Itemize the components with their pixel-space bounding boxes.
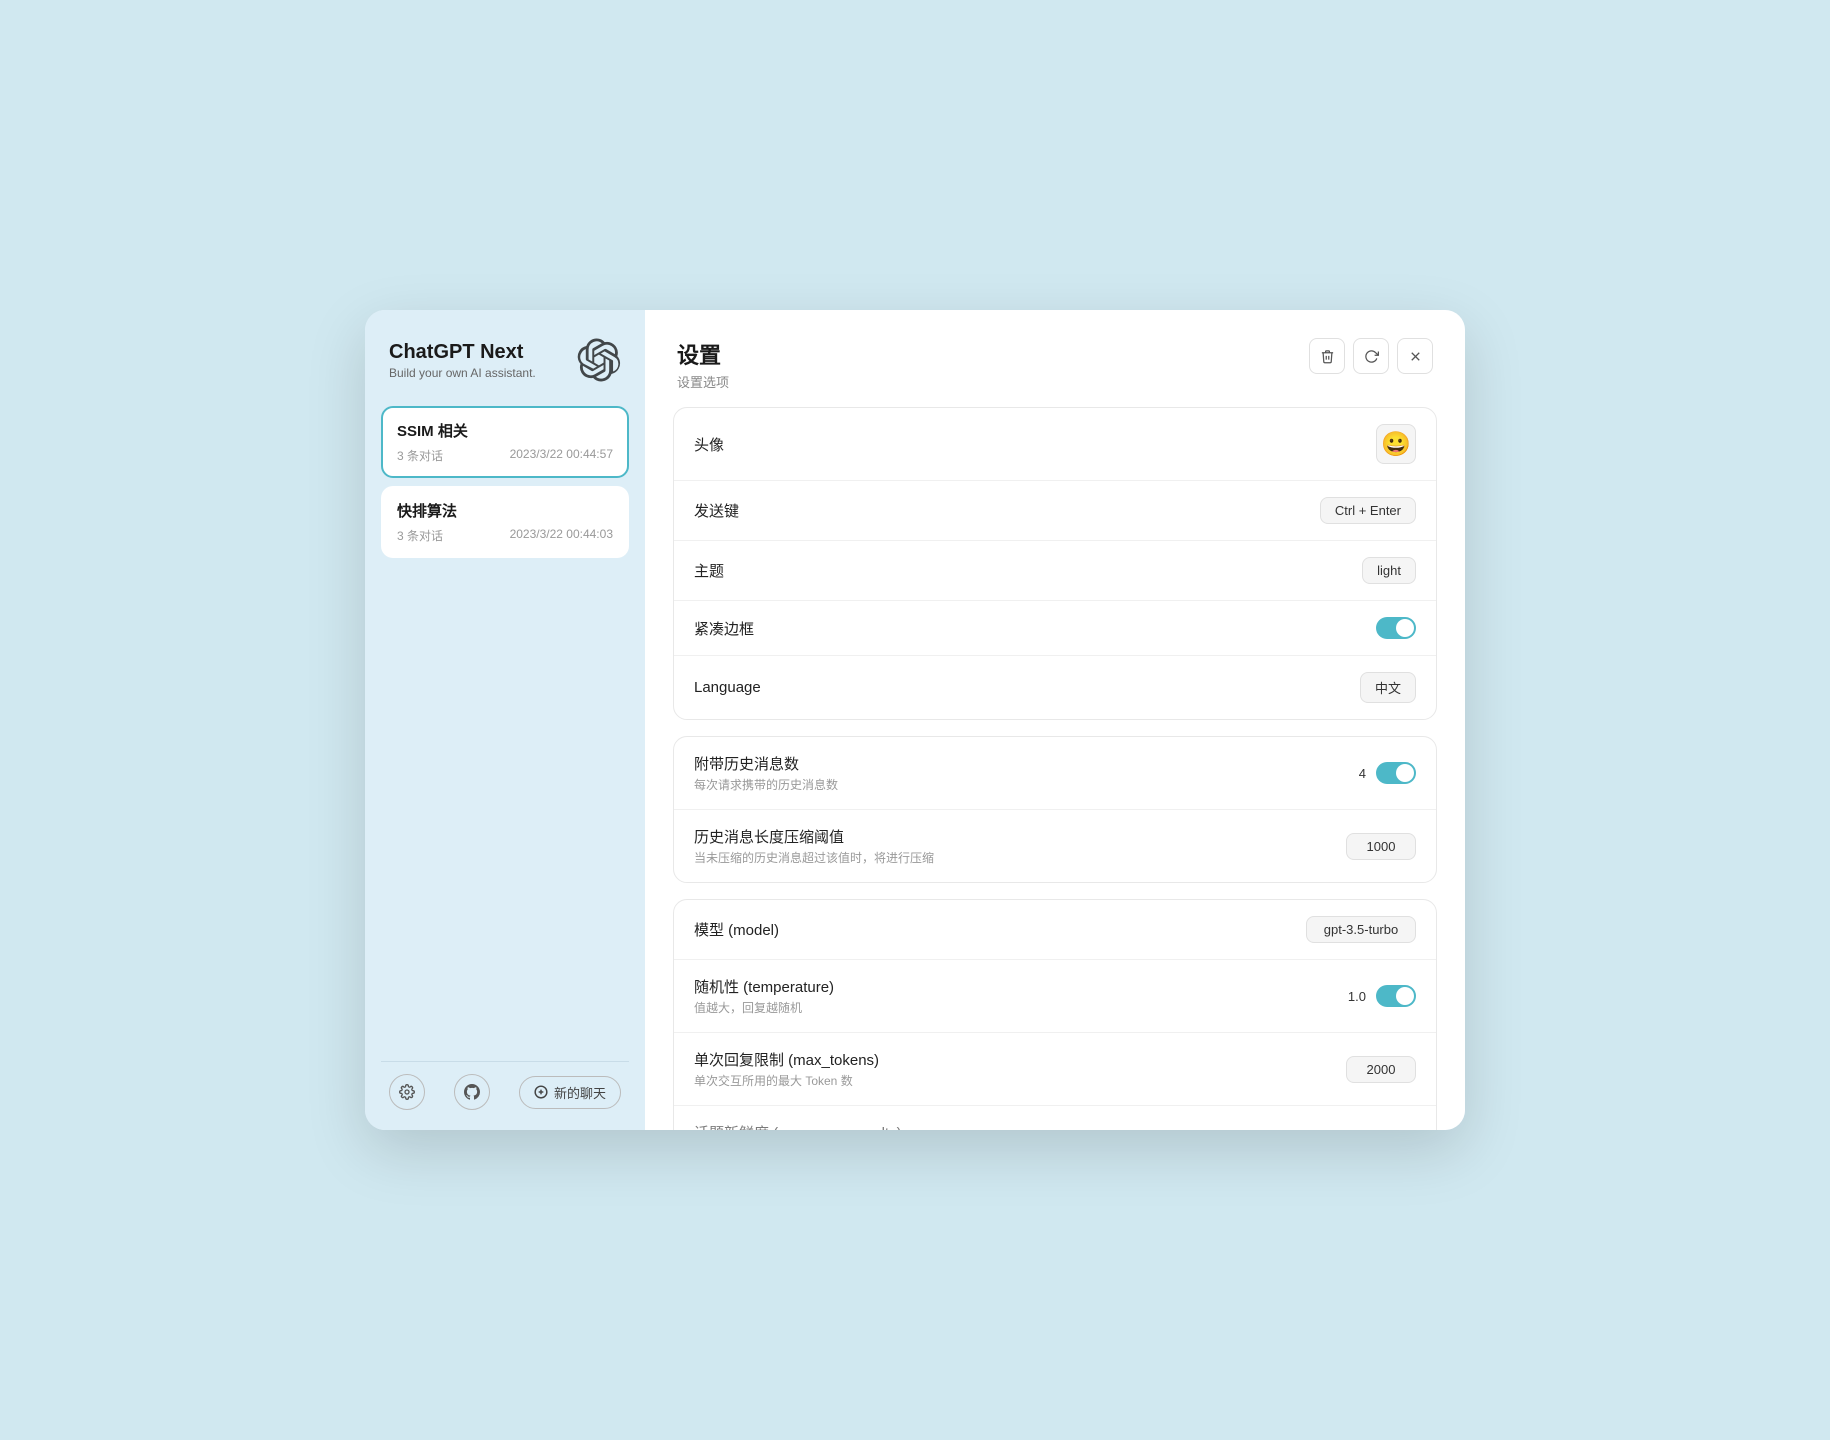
theme-label-block: 主题	[694, 560, 724, 581]
settings-title-block: 设置 设置选项	[677, 338, 729, 391]
compact-toggle[interactable]	[1376, 617, 1416, 639]
temperature-label-block: 随机性 (temperature) 值越大，回复越随机	[694, 976, 834, 1016]
reset-button[interactable]	[1309, 338, 1345, 374]
model-badge[interactable]: gpt-3.5-turbo	[1306, 916, 1416, 943]
close-button[interactable]	[1397, 338, 1433, 374]
compression-value: 1000	[1346, 833, 1416, 860]
model-label-block: 模型 (model)	[694, 919, 779, 940]
language-value: 中文	[1360, 672, 1416, 703]
sidebar-title: ChatGPT Next	[389, 341, 536, 364]
max-tokens-input[interactable]: 2000	[1346, 1056, 1416, 1083]
chat-item-meta-0: 3 条对话 2023/3/22 00:44:57	[397, 447, 613, 464]
history-count-toggle[interactable]	[1376, 762, 1416, 784]
settings-row-theme: 主题 light	[674, 541, 1436, 601]
trash-icon	[1320, 349, 1335, 364]
compression-input[interactable]: 1000	[1346, 833, 1416, 860]
new-chat-button[interactable]: 新的聊天	[519, 1076, 621, 1109]
github-icon-btn[interactable]	[454, 1074, 490, 1110]
settings-icon	[399, 1084, 415, 1100]
main-panel: 设置 设置选项	[645, 310, 1465, 1130]
max-tokens-value: 2000	[1346, 1056, 1416, 1083]
settings-row-max-tokens: 单次回复限制 (max_tokens) 单次交互所用的最大 Token 数 20…	[674, 1033, 1436, 1106]
settings-row-compression: 历史消息长度压缩阈值 当未压缩的历史消息超过该值时，将进行压缩 1000	[674, 810, 1436, 882]
chat-item-0[interactable]: SSIM 相关 3 条对话 2023/3/22 00:44:57	[381, 406, 629, 478]
settings-row-presence: 话题新鲜度 (presence_penalty)	[674, 1106, 1436, 1130]
settings-row-history-count: 附带历史消息数 每次请求携带的历史消息数 4	[674, 737, 1436, 810]
github-icon	[464, 1084, 480, 1100]
sidebar: ChatGPT Next Build your own AI assistant…	[365, 310, 645, 1130]
settings-section-2: 模型 (model) gpt-3.5-turbo 随机性 (temperatur…	[673, 899, 1437, 1130]
sidebar-subtitle: Build your own AI assistant.	[389, 366, 536, 380]
max-tokens-label-block: 单次回复限制 (max_tokens) 单次交互所用的最大 Token 数	[694, 1049, 879, 1089]
theme-value: light	[1362, 557, 1416, 584]
settings-section-1: 附带历史消息数 每次请求携带的历史消息数 4 历史消息长度压缩阈值 当未压缩的历…	[673, 736, 1437, 883]
avatar-value: 😀	[1376, 424, 1416, 464]
settings-row-compact: 紧凑边框	[674, 601, 1436, 656]
chat-item-date-0: 2023/3/22 00:44:57	[510, 447, 613, 464]
settings-header: 设置 设置选项	[645, 310, 1465, 407]
close-icon	[1408, 349, 1423, 364]
sendkey-value: Ctrl + Enter	[1320, 497, 1416, 524]
history-count-value: 4	[1336, 762, 1416, 784]
chat-item-1[interactable]: 快排算法 3 条对话 2023/3/22 00:44:03	[381, 486, 629, 558]
refresh-icon	[1364, 349, 1379, 364]
history-count-label-block: 附带历史消息数 每次请求携带的历史消息数	[694, 753, 838, 793]
history-count-number: 4	[1336, 766, 1366, 781]
settings-subtitle: 设置选项	[677, 372, 729, 391]
chat-list: SSIM 相关 3 条对话 2023/3/22 00:44:57 快排算法 3 …	[381, 406, 629, 1045]
theme-badge[interactable]: light	[1362, 557, 1416, 584]
settings-row-temperature: 随机性 (temperature) 值越大，回复越随机 1.0	[674, 960, 1436, 1033]
sidebar-footer: 新的聊天	[381, 1061, 629, 1110]
app-container: ChatGPT Next Build your own AI assistant…	[365, 310, 1465, 1130]
chat-item-count-0: 3 条对话	[397, 447, 443, 464]
chat-item-count-1: 3 条对话	[397, 527, 443, 544]
settings-icon-btn[interactable]	[389, 1074, 425, 1110]
avatar-emoji[interactable]: 😀	[1376, 424, 1416, 464]
avatar-label: 头像	[694, 434, 724, 455]
settings-title: 设置	[677, 338, 729, 370]
settings-section-0: 头像 😀 发送键 Ctrl + Enter	[673, 407, 1437, 720]
sidebar-title-block: ChatGPT Next Build your own AI assistant…	[389, 341, 536, 380]
language-badge[interactable]: 中文	[1360, 672, 1416, 703]
settings-header-actions	[1309, 338, 1433, 374]
compact-value	[1376, 617, 1416, 639]
settings-row-sendkey: 发送键 Ctrl + Enter	[674, 481, 1436, 541]
sendkey-badge[interactable]: Ctrl + Enter	[1320, 497, 1416, 524]
temperature-toggle[interactable]	[1376, 985, 1416, 1007]
settings-row-language: Language 中文	[674, 656, 1436, 719]
refresh-button[interactable]	[1353, 338, 1389, 374]
new-chat-label: 新的聊天	[554, 1083, 606, 1102]
chat-item-title-1: 快排算法	[397, 500, 613, 521]
settings-body: 头像 😀 发送键 Ctrl + Enter	[645, 407, 1465, 1130]
chat-item-title-0: SSIM 相关	[397, 420, 613, 441]
chat-item-date-1: 2023/3/22 00:44:03	[510, 527, 613, 544]
chat-item-meta-1: 3 条对话 2023/3/22 00:44:03	[397, 527, 613, 544]
openai-logo-icon	[577, 338, 621, 382]
compression-label-block: 历史消息长度压缩阈值 当未压缩的历史消息超过该值时，将进行压缩	[694, 826, 934, 866]
settings-row-model: 模型 (model) gpt-3.5-turbo	[674, 900, 1436, 960]
temperature-value: 1.0	[1336, 985, 1416, 1007]
presence-label-block: 话题新鲜度 (presence_penalty)	[694, 1122, 902, 1130]
sidebar-header: ChatGPT Next Build your own AI assistant…	[381, 338, 629, 382]
plus-icon	[534, 1085, 548, 1099]
settings-row-avatar: 头像 😀	[674, 408, 1436, 481]
language-label-block: Language	[694, 679, 761, 696]
temperature-number: 1.0	[1336, 989, 1366, 1004]
compact-label-block: 紧凑边框	[694, 618, 754, 639]
model-value: gpt-3.5-turbo	[1306, 916, 1416, 943]
sendkey-label-block: 发送键	[694, 500, 739, 521]
